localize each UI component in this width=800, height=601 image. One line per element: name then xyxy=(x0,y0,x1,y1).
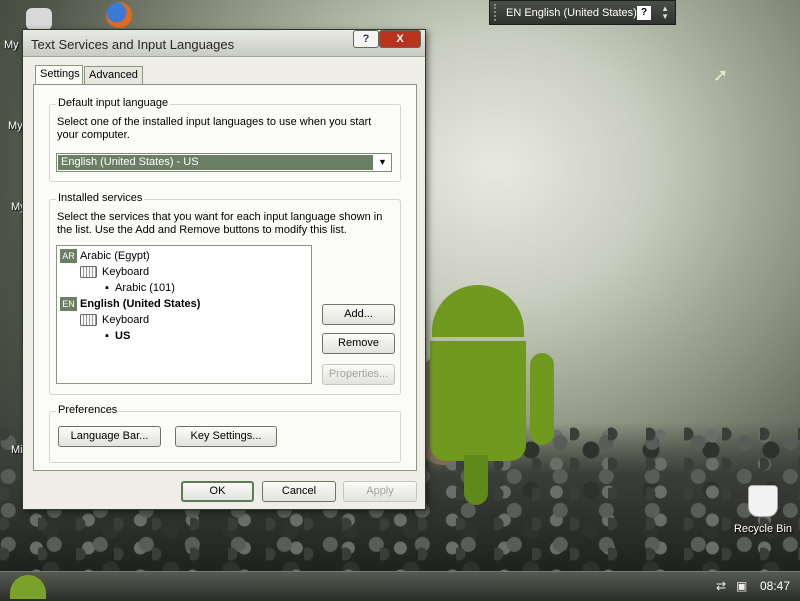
chevron-down-icon[interactable]: ▼ xyxy=(375,155,390,170)
tree-language-label: English (United States) xyxy=(80,298,201,310)
cancel-button[interactable]: Cancel xyxy=(262,481,336,502)
installed-services-title: Installed services xyxy=(56,192,145,204)
clock[interactable]: 08:47 xyxy=(760,579,790,593)
tree-layout-label: Arabic (101) xyxy=(115,282,175,294)
tree-item-keyboard[interactable]: Keyboard xyxy=(80,313,149,327)
help-icon[interactable]: ? xyxy=(637,5,652,20)
desktop-icon-label[interactable]: My xyxy=(4,39,19,51)
dialog-title: Text Services and Input Languages xyxy=(31,37,235,52)
tree-item-language[interactable]: AR Arabic (Egypt) xyxy=(60,249,150,263)
tree-item-layout[interactable]: ▪ US xyxy=(105,329,130,343)
language-bar-grip[interactable] xyxy=(494,4,502,21)
tree-keyboard-label: Keyboard xyxy=(102,266,150,278)
firefox-icon[interactable] xyxy=(106,2,132,28)
installed-services-description: Select the services that you want for ea… xyxy=(57,211,383,236)
keyboard-icon xyxy=(80,314,97,327)
desktop-icon-label[interactable]: Mi xyxy=(11,444,23,456)
tab-settings[interactable]: Settings xyxy=(35,65,83,85)
tree-keyboard-label: Keyboard xyxy=(102,314,150,326)
tree-item-keyboard[interactable]: Keyboard xyxy=(80,265,149,279)
language-badge: AR xyxy=(60,249,77,263)
close-button[interactable]: X xyxy=(379,30,421,48)
key-settings-button[interactable]: Key Settings... xyxy=(175,426,277,447)
desktop-icon-label[interactable]: My xyxy=(8,120,23,132)
preferences-title: Preferences xyxy=(56,404,120,416)
dialog-titlebar[interactable]: Text Services and Input Languages ? X xyxy=(23,30,425,57)
settings-panel: Default input language Select one of the… xyxy=(33,84,417,471)
installed-services-tree[interactable]: AR Arabic (Egypt) Keyboard ▪ Arabic (101)… xyxy=(56,245,312,384)
start-button[interactable] xyxy=(10,575,46,599)
network-icon[interactable]: ⇄ xyxy=(716,579,730,593)
bullet-icon: ▪ xyxy=(105,282,116,294)
desktop-app-icon[interactable] xyxy=(26,8,52,30)
cursor-icon: ➚ xyxy=(713,65,729,85)
recycle-bin-icon xyxy=(748,485,778,517)
default-language-description: Select one of the installed input langua… xyxy=(57,116,372,141)
tab-advanced[interactable]: Advanced xyxy=(84,66,143,84)
recycle-bin[interactable]: Recycle Bin xyxy=(733,485,793,535)
ok-button[interactable]: OK xyxy=(181,481,254,502)
language-badge: EN xyxy=(60,297,77,311)
language-bar[interactable]: EN English (United States) ? ▲ ▼ xyxy=(489,0,676,25)
volume-icon[interactable]: ▣ xyxy=(736,579,750,593)
language-indicator[interactable]: EN English (United States) xyxy=(506,7,637,19)
properties-button[interactable]: Properties... xyxy=(322,364,395,385)
tree-language-label: Arabic (Egypt) xyxy=(80,250,150,262)
language-bar-button[interactable]: Language Bar... xyxy=(58,426,161,447)
keyboard-icon xyxy=(80,266,97,279)
default-language-value: English (United States) - US xyxy=(58,155,373,170)
remove-button[interactable]: Remove xyxy=(322,333,395,354)
taskbar: ⇄ ▣ 08:47 xyxy=(0,571,800,601)
bullet-icon: ▪ xyxy=(105,330,116,342)
recycle-bin-label: Recycle Bin xyxy=(733,523,793,535)
default-language-select[interactable]: English (United States) - US ▼ xyxy=(56,153,392,172)
language-bar-options-icon[interactable]: ▲ ▼ xyxy=(661,4,669,21)
add-button[interactable]: Add... xyxy=(322,304,395,325)
apply-button[interactable]: Apply xyxy=(343,481,417,502)
tree-item-language[interactable]: EN English (United States) xyxy=(60,297,200,311)
default-language-title: Default input language xyxy=(56,97,171,109)
help-button[interactable]: ? xyxy=(353,30,379,48)
tree-layout-label: US xyxy=(115,330,131,342)
text-services-dialog: Text Services and Input Languages ? X Se… xyxy=(22,29,426,510)
tree-item-layout[interactable]: ▪ Arabic (101) xyxy=(105,281,175,295)
